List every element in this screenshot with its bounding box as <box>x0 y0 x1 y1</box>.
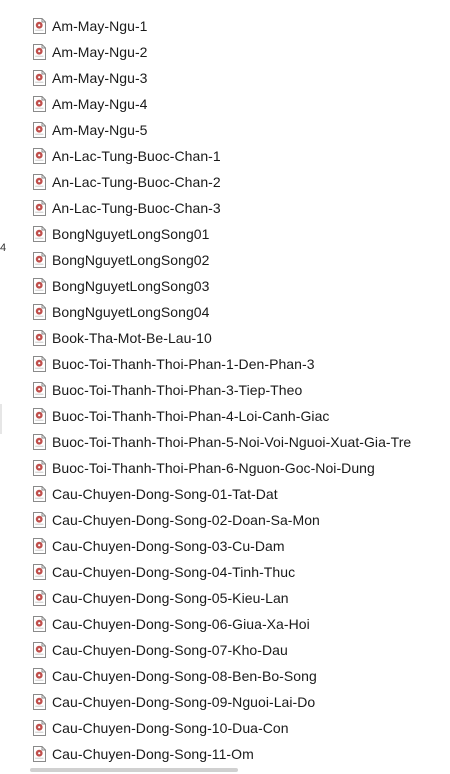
file-list-item[interactable]: BongNguyetLongSong02 <box>30 247 450 273</box>
file-list-item[interactable]: Cau-Chuyen-Dong-Song-11-Om <box>30 741 450 767</box>
audio-file-icon <box>33 720 46 736</box>
file-list-item[interactable]: BongNguyetLongSong04 <box>30 299 450 325</box>
audio-file-icon <box>33 564 46 580</box>
audio-file-icon <box>33 44 46 60</box>
audio-file-icon <box>33 226 46 242</box>
audio-file-icon <box>33 538 46 554</box>
audio-file-icon <box>33 616 46 632</box>
file-name: Cau-Chuyen-Dong-Song-08-Ben-Bo-Song <box>52 668 317 684</box>
file-name: Am-May-Ngu-3 <box>52 70 148 86</box>
file-list-item[interactable]: An-Lac-Tung-Buoc-Chan-1 <box>30 143 450 169</box>
audio-file-icon <box>33 590 46 606</box>
file-list: Am-May-Ngu-1 Am-May-Ngu-2 Am-May-Ngu-3 A… <box>30 13 450 767</box>
file-name: Cau-Chuyen-Dong-Song-07-Kho-Dau <box>52 642 288 658</box>
audio-file-icon <box>33 642 46 658</box>
file-name: Am-May-Ngu-2 <box>52 44 148 60</box>
left-pane-divider <box>0 404 2 434</box>
file-name: Buoc-Toi-Thanh-Thoi-Phan-1-Den-Phan-3 <box>52 356 315 372</box>
file-list-item[interactable]: Buoc-Toi-Thanh-Thoi-Phan-5-Noi-Voi-Nguoi… <box>30 429 450 455</box>
file-list-item[interactable]: Cau-Chuyen-Dong-Song-03-Cu-Dam <box>30 533 450 559</box>
file-list-item[interactable]: Cau-Chuyen-Dong-Song-05-Kieu-Lan <box>30 585 450 611</box>
file-list-item[interactable]: An-Lac-Tung-Buoc-Chan-3 <box>30 195 450 221</box>
file-name: Cau-Chuyen-Dong-Song-03-Cu-Dam <box>52 538 285 554</box>
audio-file-icon <box>33 512 46 528</box>
audio-file-icon <box>33 174 46 190</box>
file-list-item[interactable]: Cau-Chuyen-Dong-Song-04-Tinh-Thuc <box>30 559 450 585</box>
audio-file-icon <box>33 96 46 112</box>
audio-file-icon <box>33 330 46 346</box>
audio-file-icon <box>33 18 46 34</box>
file-list-item[interactable]: Am-May-Ngu-3 <box>30 65 450 91</box>
left-pane-edge: 4 <box>0 0 8 774</box>
file-list-item[interactable]: BongNguyetLongSong03 <box>30 273 450 299</box>
file-name: BongNguyetLongSong02 <box>52 252 210 268</box>
audio-file-icon <box>33 694 46 710</box>
file-name: Am-May-Ngu-4 <box>52 96 148 112</box>
audio-file-icon <box>33 356 46 372</box>
file-list-item[interactable]: Cau-Chuyen-Dong-Song-07-Kho-Dau <box>30 637 450 663</box>
file-name: Cau-Chuyen-Dong-Song-02-Doan-Sa-Mon <box>52 512 320 528</box>
file-list-item[interactable]: BongNguyetLongSong01 <box>30 221 450 247</box>
file-list-item[interactable]: Am-May-Ngu-2 <box>30 39 450 65</box>
file-name: Cau-Chuyen-Dong-Song-09-Nguoi-Lai-Do <box>52 694 316 710</box>
file-list-item[interactable]: Cau-Chuyen-Dong-Song-08-Ben-Bo-Song <box>30 663 450 689</box>
file-list-item[interactable]: Cau-Chuyen-Dong-Song-10-Dua-Con <box>30 715 450 741</box>
file-name: Buoc-Toi-Thanh-Thoi-Phan-4-Loi-Canh-Giac <box>52 408 330 424</box>
left-pane-clipped-text: 4 <box>0 242 7 254</box>
file-name: Buoc-Toi-Thanh-Thoi-Phan-6-Nguon-Goc-Noi… <box>52 460 375 476</box>
file-name: Cau-Chuyen-Dong-Song-04-Tinh-Thuc <box>52 564 296 580</box>
file-name: Am-May-Ngu-1 <box>52 18 148 34</box>
file-list-item[interactable]: Am-May-Ngu-4 <box>30 91 450 117</box>
file-name: BongNguyetLongSong04 <box>52 304 210 320</box>
file-name: Cau-Chuyen-Dong-Song-10-Dua-Con <box>52 720 289 736</box>
file-name: An-Lac-Tung-Buoc-Chan-2 <box>52 174 221 190</box>
file-list-item[interactable]: Book-Tha-Mot-Be-Lau-10 <box>30 325 450 351</box>
audio-file-icon <box>33 304 46 320</box>
audio-file-icon <box>33 252 46 268</box>
audio-file-icon <box>33 746 46 762</box>
file-name: An-Lac-Tung-Buoc-Chan-3 <box>52 200 221 216</box>
file-name: An-Lac-Tung-Buoc-Chan-1 <box>52 148 221 164</box>
audio-file-icon <box>33 70 46 86</box>
file-list-item[interactable]: Cau-Chuyen-Dong-Song-06-Giua-Xa-Hoi <box>30 611 450 637</box>
audio-file-icon <box>33 278 46 294</box>
file-list-item[interactable]: An-Lac-Tung-Buoc-Chan-2 <box>30 169 450 195</box>
audio-file-icon <box>33 668 46 684</box>
audio-file-icon <box>33 486 46 502</box>
audio-file-icon <box>33 382 46 398</box>
file-name: Cau-Chuyen-Dong-Song-11-Om <box>52 746 254 762</box>
file-name: BongNguyetLongSong03 <box>52 278 210 294</box>
file-list-item[interactable]: Buoc-Toi-Thanh-Thoi-Phan-3-Tiep-Theo <box>30 377 450 403</box>
file-list-item[interactable]: Cau-Chuyen-Dong-Song-09-Nguoi-Lai-Do <box>30 689 450 715</box>
horizontal-scrollbar-thumb[interactable] <box>30 768 238 772</box>
audio-file-icon <box>33 460 46 476</box>
file-name: Book-Tha-Mot-Be-Lau-10 <box>52 330 212 346</box>
file-name: Buoc-Toi-Thanh-Thoi-Phan-5-Noi-Voi-Nguoi… <box>52 434 412 450</box>
file-list-item[interactable]: Am-May-Ngu-1 <box>30 13 450 39</box>
file-name: Cau-Chuyen-Dong-Song-05-Kieu-Lan <box>52 590 289 606</box>
file-name: Am-May-Ngu-5 <box>52 122 148 138</box>
audio-file-icon <box>33 408 46 424</box>
file-list-item[interactable]: Buoc-Toi-Thanh-Thoi-Phan-4-Loi-Canh-Giac <box>30 403 450 429</box>
file-name: BongNguyetLongSong01 <box>52 226 210 242</box>
audio-file-icon <box>33 200 46 216</box>
audio-file-icon <box>33 148 46 164</box>
file-name: Cau-Chuyen-Dong-Song-01-Tat-Dat <box>52 486 278 502</box>
file-list-item[interactable]: Buoc-Toi-Thanh-Thoi-Phan-1-Den-Phan-3 <box>30 351 450 377</box>
audio-file-icon <box>33 434 46 450</box>
file-name: Buoc-Toi-Thanh-Thoi-Phan-3-Tiep-Theo <box>52 382 303 398</box>
file-name: Cau-Chuyen-Dong-Song-06-Giua-Xa-Hoi <box>52 616 310 632</box>
file-list-item[interactable]: Cau-Chuyen-Dong-Song-02-Doan-Sa-Mon <box>30 507 450 533</box>
file-list-item[interactable]: Buoc-Toi-Thanh-Thoi-Phan-6-Nguon-Goc-Noi… <box>30 455 450 481</box>
audio-file-icon <box>33 122 46 138</box>
file-list-item[interactable]: Cau-Chuyen-Dong-Song-01-Tat-Dat <box>30 481 450 507</box>
file-list-item[interactable]: Am-May-Ngu-5 <box>30 117 450 143</box>
